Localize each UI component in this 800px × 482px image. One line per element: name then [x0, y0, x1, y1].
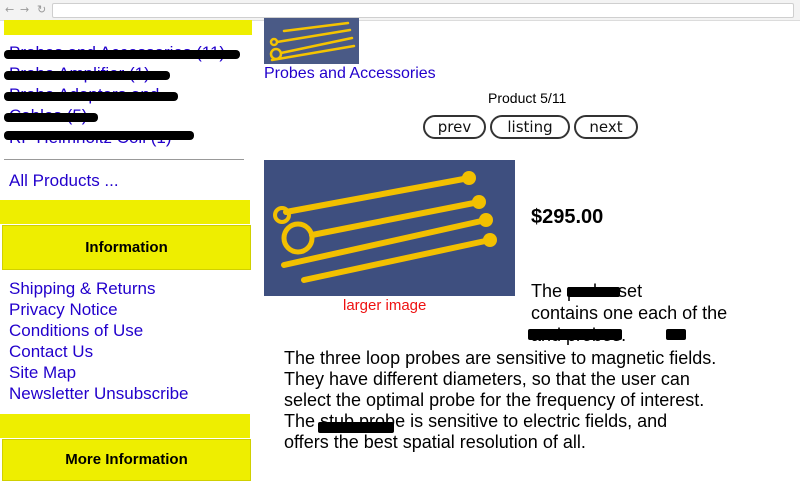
all-products-link[interactable]: All Products ... — [9, 171, 119, 191]
prev-button[interactable]: prev — [423, 115, 486, 139]
next-button[interactable]: next — [574, 115, 638, 139]
site-map-link[interactable]: Site Map — [9, 363, 76, 383]
redaction-bar — [4, 131, 194, 140]
reload-icon[interactable]: ↻ — [37, 3, 46, 17]
description-line: select the optimal probe for the frequen… — [284, 390, 705, 410]
more-information-heading: More Information — [2, 439, 251, 481]
redaction-bar — [4, 50, 240, 59]
information-heading: Information — [2, 225, 251, 270]
privacy-notice-link[interactable]: Privacy Notice — [9, 300, 118, 320]
newsletter-unsubscribe-link[interactable]: Newsletter Unsubscribe — [9, 384, 189, 404]
back-icon[interactable]: ← — [5, 3, 14, 17]
redaction-bar — [4, 71, 170, 80]
product-price: $295.00 — [531, 206, 604, 228]
sidebar-bar — [0, 414, 250, 438]
contact-us-link[interactable]: Contact Us — [9, 342, 93, 362]
shipping-returns-link[interactable]: Shipping & Returns — [9, 279, 155, 299]
redaction-bar — [4, 92, 178, 101]
sidebar-divider — [4, 159, 244, 160]
product-image[interactable] — [264, 160, 515, 296]
forward-icon[interactable]: → — [20, 3, 29, 17]
product-counter: Product 5/11 — [488, 90, 567, 106]
sidebar-bar — [0, 200, 250, 224]
redaction-bar — [4, 113, 98, 122]
larger-image-link[interactable]: larger image — [343, 297, 426, 314]
conditions-of-use-link[interactable]: Conditions of Use — [9, 321, 143, 341]
redaction-bar — [528, 329, 622, 340]
browser-toolbar: ← → ↻ — [0, 0, 800, 21]
redaction-bar — [666, 329, 686, 340]
redaction-bar — [567, 287, 620, 297]
category-link[interactable]: Probes and Accessories — [264, 65, 436, 83]
address-bar[interactable] — [52, 3, 794, 18]
description-line: contains one each of the — [531, 303, 728, 323]
sidebar-top-bar — [4, 20, 252, 35]
description-line: offers the best spatial resolution of al… — [284, 432, 586, 452]
listing-button[interactable]: listing — [490, 115, 570, 139]
description-line: They have different diameters, so that t… — [284, 369, 690, 389]
category-thumbnail[interactable] — [264, 18, 359, 64]
description-line: The three loop probes are sensitive to m… — [284, 348, 717, 368]
